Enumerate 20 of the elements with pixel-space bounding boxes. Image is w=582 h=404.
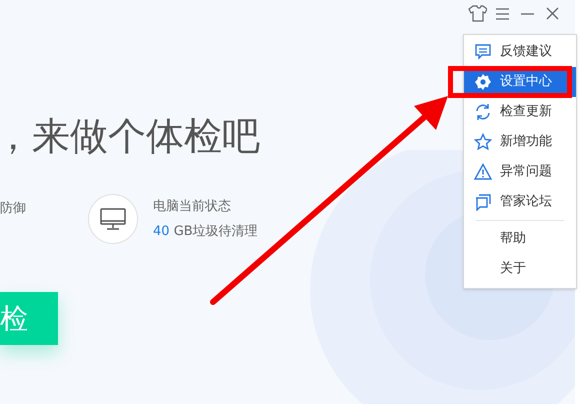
headline: ，来做个体检吧 [0, 113, 260, 160]
settings-icon [474, 73, 492, 91]
menu-item[interactable]: 检查更新 [464, 97, 576, 127]
menu-item[interactable]: 帮助 [464, 224, 576, 254]
monitor-icon [88, 194, 138, 244]
menu-item[interactable]: 管家论坛 [464, 187, 576, 217]
junk-amount: 40 [153, 224, 170, 238]
menu-item[interactable]: 关于 [464, 254, 576, 284]
protection-label: 防御 [0, 200, 27, 218]
skin-icon[interactable] [468, 4, 487, 23]
refresh-icon [474, 103, 492, 121]
menu-item[interactable]: 新增功能 [464, 127, 576, 157]
feedback-icon [474, 43, 492, 61]
chat-icon [474, 193, 492, 211]
menu-item[interactable]: 异常问题 [464, 157, 576, 187]
status-title: 电脑当前状态 [153, 198, 232, 216]
junk-detail: GB垃圾待清理 [174, 224, 258, 238]
warning-icon [474, 163, 492, 181]
star-icon [474, 133, 492, 151]
menu-item[interactable]: 反馈建议 [464, 37, 576, 67]
